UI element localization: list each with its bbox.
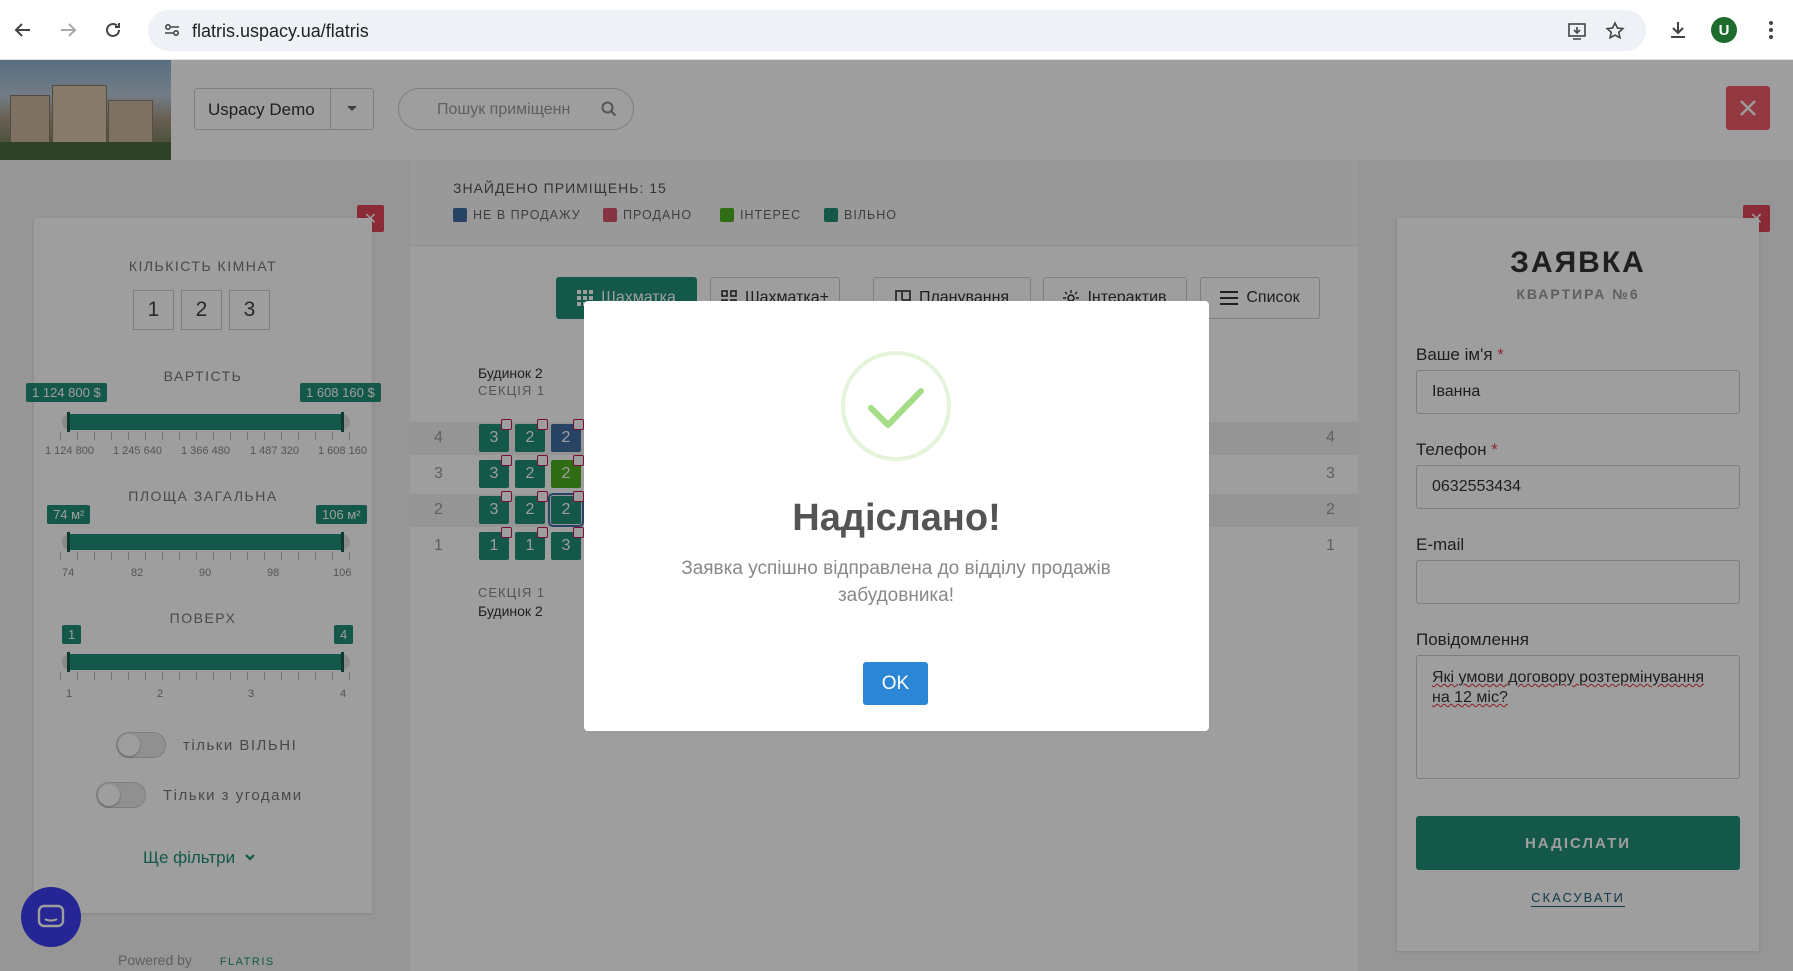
profile-avatar[interactable]: U	[1711, 17, 1737, 43]
back-icon[interactable]	[7, 14, 39, 46]
install-app-icon[interactable]	[1566, 20, 1588, 42]
success-check-icon	[841, 351, 951, 461]
forward-icon[interactable]	[52, 14, 84, 46]
success-dialog: Надіслано! Заявка успішно відправлена до…	[584, 301, 1209, 731]
browser-menu-icon[interactable]	[1760, 19, 1782, 41]
url-text: flatris.uspacy.ua/flatris	[192, 21, 369, 41]
ok-button[interactable]: OK	[863, 662, 928, 705]
site-info-icon[interactable]	[162, 20, 182, 40]
dialog-title: Надіслано!	[792, 497, 1001, 539]
reload-icon[interactable]	[97, 14, 129, 46]
dialog-message: Заявка успішно відправлена до відділу пр…	[681, 558, 1111, 606]
download-icon[interactable]	[1667, 19, 1689, 41]
address-bar[interactable]: flatris.uspacy.ua/flatris	[148, 10, 1646, 51]
browser-toolbar: flatris.uspacy.ua/flatris U	[0, 0, 1793, 60]
bookmark-star-icon[interactable]	[1604, 20, 1626, 42]
